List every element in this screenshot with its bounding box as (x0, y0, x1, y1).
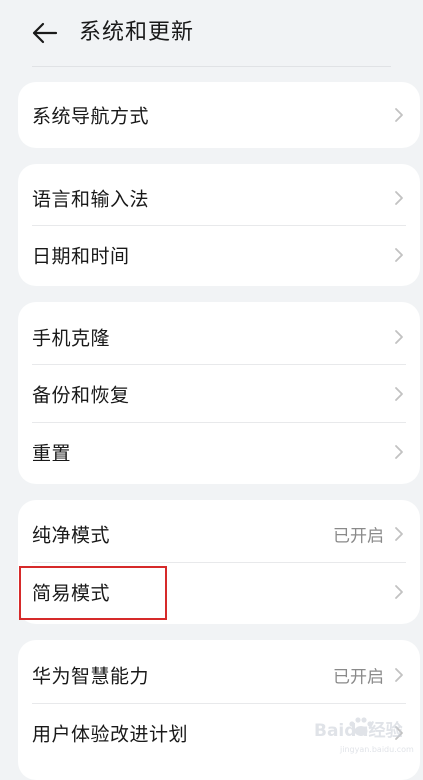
arrow-left-icon (32, 22, 58, 44)
chevron-right-icon (395, 667, 403, 682)
header-divider (32, 66, 391, 67)
settings-item-label: 纯净模式 (32, 524, 111, 546)
settings-item-phone-clone[interactable]: 手机克隆 (18, 308, 420, 365)
settings-group-backup: 手机克隆 备份和恢复 重置 (18, 302, 420, 484)
chevron-right-icon (395, 329, 403, 344)
settings-item-label: 备份和恢复 (32, 384, 130, 406)
settings-item-simple-mode[interactable]: 简易模式 (18, 563, 420, 620)
chevron-right-icon (395, 526, 403, 541)
settings-item-label: 系统导航方式 (32, 105, 150, 127)
chevron-right-icon (395, 247, 403, 262)
settings-group-navigation: 系统导航方式 (18, 82, 420, 148)
settings-item-label: 语言和输入法 (32, 188, 150, 210)
settings-item-label: 手机克隆 (32, 327, 111, 349)
settings-item-label: 日期和时间 (32, 245, 130, 267)
page-title: 系统和更新 (79, 20, 195, 45)
settings-group-modes: 纯净模式 已开启 简易模式 (18, 500, 420, 624)
status-value: 已开启 (333, 667, 384, 687)
title-bar: 系统和更新 (0, 0, 423, 66)
settings-item-reset[interactable]: 重置 (18, 423, 420, 480)
settings-item-label: 简易模式 (32, 582, 111, 604)
chevron-right-icon (395, 584, 403, 599)
watermark-sub: jingyan.baidu.com (339, 745, 414, 754)
chevron-right-icon (395, 444, 403, 459)
settings-item-pure-mode[interactable]: 纯净模式 已开启 (18, 505, 420, 562)
settings-item-huawei-ai[interactable]: 华为智慧能力 已开启 (18, 646, 420, 703)
settings-item-backup-restore[interactable]: 备份和恢复 (18, 365, 420, 422)
chevron-right-icon (395, 107, 403, 122)
status-value: 已开启 (333, 526, 384, 546)
settings-item-system-navigation[interactable]: 系统导航方式 (18, 86, 420, 143)
settings-item-label: 用户体验改进计划 (32, 723, 189, 745)
settings-item-date-time[interactable]: 日期和时间 (18, 226, 420, 283)
chevron-right-icon (395, 190, 403, 205)
back-button[interactable] (30, 20, 60, 46)
settings-item-label: 华为智慧能力 (32, 665, 150, 687)
watermark-text: Baidu经验 (314, 720, 404, 741)
settings-item-label: 重置 (32, 442, 72, 464)
settings-item-language-input[interactable]: 语言和输入法 (18, 169, 420, 226)
chevron-right-icon (395, 386, 403, 401)
baidu-watermark: Baidu经验 jingyan.baidu.com (314, 717, 414, 754)
settings-group-language-time: 语言和输入法 日期和时间 (18, 164, 420, 286)
